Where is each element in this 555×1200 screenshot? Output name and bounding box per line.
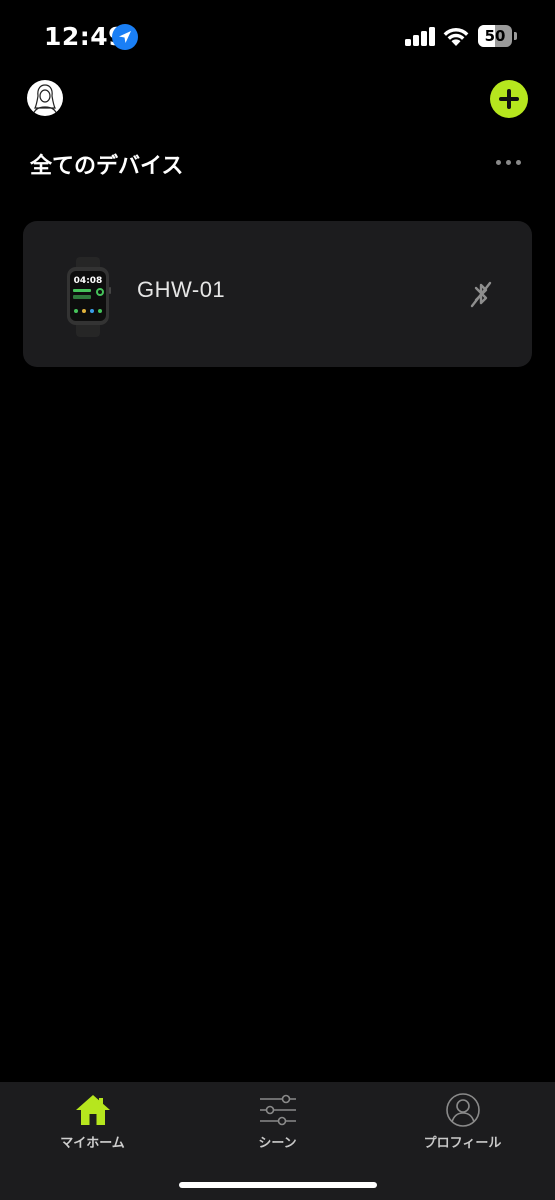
smartwatch-icon: 04:08	[63, 257, 113, 337]
add-device-button[interactable]	[490, 80, 528, 118]
tab-scene[interactable]: シーン	[185, 1082, 370, 1162]
more-dots-icon[interactable]	[494, 152, 524, 172]
sliders-icon	[260, 1094, 296, 1126]
tab-profile[interactable]: プロフィール	[370, 1082, 555, 1162]
bluetooth-disconnected-icon	[470, 281, 492, 308]
section-title: 全てのデバイス	[30, 154, 184, 179]
app-screen: 12:49 50 全てのデバイス 04:08 GHW-01 マイホーム シーン …	[0, 0, 555, 1200]
device-name: GHW-01	[137, 277, 226, 302]
tab-label: マイホーム	[60, 1136, 125, 1151]
tab-my-home[interactable]: マイホーム	[0, 1082, 185, 1162]
watch-face-time: 04:08	[73, 276, 103, 286]
device-card[interactable]: 04:08 GHW-01	[23, 221, 532, 367]
tab-label: プロフィール	[423, 1136, 502, 1151]
home-indicator[interactable]	[179, 1182, 377, 1188]
battery-icon: 50	[478, 25, 512, 47]
profile-icon	[446, 1093, 480, 1127]
cellular-signal-icon	[405, 27, 435, 46]
battery-percentage: 50	[484, 27, 506, 45]
tab-label: シーン	[258, 1136, 297, 1151]
status-bar: 12:49 50	[0, 0, 555, 72]
battery-tip	[514, 32, 517, 40]
location-icon	[112, 24, 138, 50]
home-icon	[76, 1095, 110, 1125]
user-avatar-icon[interactable]	[27, 80, 63, 116]
wifi-icon	[443, 28, 469, 46]
